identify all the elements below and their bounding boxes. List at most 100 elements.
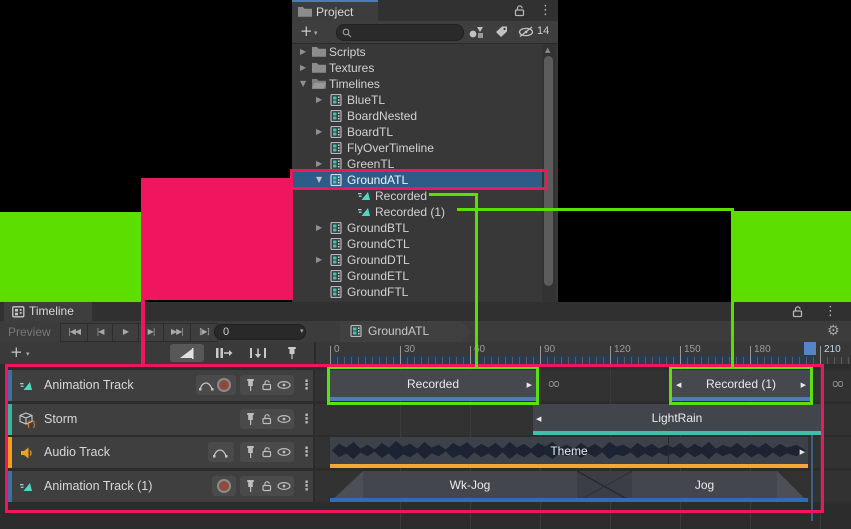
frame-options-caret-icon[interactable]: ▾ — [300, 327, 304, 335]
pin-icon[interactable] — [245, 479, 256, 493]
track-buttons-group — [196, 375, 236, 395]
previous-frame-button[interactable]: |◀ — [87, 323, 113, 342]
clip-jog[interactable]: Jog — [632, 471, 777, 502]
chevron-down-icon[interactable]: ▼ — [316, 176, 322, 184]
tree-item-boardtl[interactable]: ▶ BoardTL — [292, 124, 542, 140]
timeline-end-marker[interactable] — [804, 342, 816, 355]
timeline-asset-icon — [330, 158, 342, 170]
chevron-right-icon[interactable]: ▶ — [316, 96, 322, 104]
clip-theme[interactable]: Theme ▶ — [330, 437, 808, 468]
ruler-tick-label: 0 — [334, 344, 340, 355]
pin-icon[interactable] — [245, 445, 256, 459]
track-kebab-icon[interactable]: ⋮ — [300, 437, 313, 468]
clip-wk-jog[interactable]: Wk-Jog — [363, 471, 577, 502]
tab-timeline[interactable]: Timeline — [4, 302, 92, 321]
scrollbar-thumb[interactable] — [544, 56, 553, 286]
track-header-animation-1[interactable]: Animation Track (1) ⋮ — [8, 471, 313, 502]
marker-track-toggle[interactable] — [282, 344, 302, 362]
ruler-tick-label: 30 — [404, 344, 415, 355]
breadcrumb-groundatl[interactable]: GroundATL — [340, 321, 472, 342]
chevron-right-icon[interactable]: ▶ — [316, 160, 322, 168]
tree-item-recorded-1[interactable]: Recorded (1) — [292, 204, 542, 220]
chevron-right-icon[interactable]: ▶ — [316, 128, 322, 136]
tree-item-scripts[interactable]: ▶ Scripts — [292, 44, 542, 60]
eye-icon[interactable] — [277, 380, 291, 390]
timeline-asset-icon — [330, 94, 342, 106]
tree-item-bluetl[interactable]: ▶ BlueTL — [292, 92, 542, 108]
kebab-menu-icon[interactable]: ⋮ — [539, 3, 552, 18]
tree-item-boardnested[interactable]: BoardNested — [292, 108, 542, 124]
search-by-label-icon[interactable] — [494, 25, 509, 39]
add-track-button[interactable]: + — [10, 343, 23, 361]
track-buttons-group — [240, 442, 294, 462]
track-header-storm[interactable]: {} Storm ⋮ — [8, 404, 313, 435]
tree-item-groundctl[interactable]: GroundCTL — [292, 236, 542, 252]
clip-lightrain[interactable]: LightRain ◀ — [533, 404, 821, 435]
track-kebab-icon[interactable]: ⋮ — [300, 471, 313, 502]
clip-recorded-1[interactable]: Recorded (1) ◀ ▶ — [672, 370, 810, 401]
unlock-icon[interactable] — [513, 4, 526, 17]
eye-icon[interactable] — [277, 414, 291, 424]
eye-icon[interactable] — [277, 481, 291, 491]
clip-underline — [672, 397, 810, 401]
play-button[interactable]: ▶ — [112, 323, 139, 342]
tree-item-groundetl[interactable]: GroundETL — [292, 268, 542, 284]
unlock-icon[interactable] — [791, 305, 804, 318]
current-frame-field[interactable]: 0 — [214, 324, 306, 340]
clip-edit-mode-mix-button[interactable] — [170, 344, 204, 362]
tree-item-groundatl-selected[interactable]: ▼ GroundATL — [292, 172, 542, 188]
hidden-items-eye-icon[interactable] — [518, 26, 535, 38]
tree-item-greentl[interactable]: ▶ GreenTL — [292, 156, 542, 172]
eye-icon[interactable] — [277, 447, 291, 457]
preview-toggle[interactable]: Preview — [8, 325, 51, 339]
pin-icon[interactable] — [245, 412, 256, 426]
search-input[interactable] — [355, 25, 461, 40]
track-header-audio[interactable]: Audio Track ⋮ — [8, 437, 313, 468]
go-to-end-button[interactable]: ▶▶| — [163, 323, 191, 342]
pin-icon[interactable] — [245, 378, 256, 392]
unlock-icon[interactable] — [261, 379, 273, 391]
chevron-right-icon[interactable]: ▶ — [300, 64, 306, 72]
record-button[interactable] — [217, 378, 231, 392]
chevron-right-icon[interactable]: ▶ — [316, 224, 322, 232]
track-kebab-icon[interactable]: ⋮ — [300, 370, 313, 401]
time-ruler[interactable]: 0 30 60 90 120 150 180 210 — [317, 342, 851, 364]
folder-open-icon — [312, 78, 326, 89]
tree-item-groundftl[interactable]: GroundFTL — [292, 284, 542, 300]
chevron-down-icon[interactable]: ▼ — [300, 80, 306, 88]
track-kebab-icon[interactable]: ⋮ — [300, 404, 313, 435]
clip-edit-mode-replace-button[interactable] — [244, 344, 272, 362]
scroll-up-icon[interactable]: ▲ — [545, 46, 550, 54]
clip-edit-mode-ripple-button[interactable] — [210, 344, 238, 362]
search-by-type-icon[interactable] — [468, 25, 484, 39]
add-asset-button[interactable]: + — [300, 22, 313, 40]
track-buttons-group — [240, 476, 294, 496]
tree-item-groundbtl[interactable]: ▶ GroundBTL — [292, 220, 542, 236]
tree-item-textures[interactable]: ▶ Textures — [292, 60, 542, 76]
curves-icon[interactable] — [199, 380, 214, 391]
unlock-icon[interactable] — [261, 446, 273, 458]
kebab-menu-icon[interactable]: ⋮ — [824, 304, 837, 319]
add-dropdown-caret-icon[interactable]: ▾ — [314, 29, 318, 37]
tree-item-flyovertimeline[interactable]: FlyOverTimeline — [292, 140, 542, 156]
unlock-icon[interactable] — [261, 480, 273, 492]
project-scrollbar[interactable]: ▲ — [542, 44, 556, 302]
tree-item-grounddtl[interactable]: ▶ GroundDTL — [292, 252, 542, 268]
chevron-right-icon[interactable]: ▶ — [316, 256, 322, 264]
tree-item-recorded[interactable]: Recorded — [292, 188, 542, 204]
folder-icon — [298, 6, 312, 17]
add-track-caret-icon[interactable]: ▾ — [26, 350, 30, 358]
record-button[interactable] — [217, 479, 231, 493]
tree-item-label: GroundBTL — [347, 221, 409, 235]
track-header-animation[interactable]: Animation Track ⋮ — [8, 370, 313, 401]
tab-project[interactable]: Project — [292, 0, 378, 21]
annotation-line-recorded-h — [429, 193, 478, 196]
go-to-start-button[interactable]: |◀◀ — [60, 323, 88, 342]
clip-recorded[interactable]: Recorded ▶ — [330, 370, 536, 401]
curves-icon[interactable] — [213, 447, 228, 458]
tree-item-timelines[interactable]: ▼ Timelines — [292, 76, 542, 92]
gear-icon[interactable]: ⚙ — [827, 323, 840, 339]
chevron-right-icon[interactable]: ▶ — [300, 48, 306, 56]
timeline-asset-icon — [330, 142, 342, 154]
unlock-icon[interactable] — [261, 413, 273, 425]
